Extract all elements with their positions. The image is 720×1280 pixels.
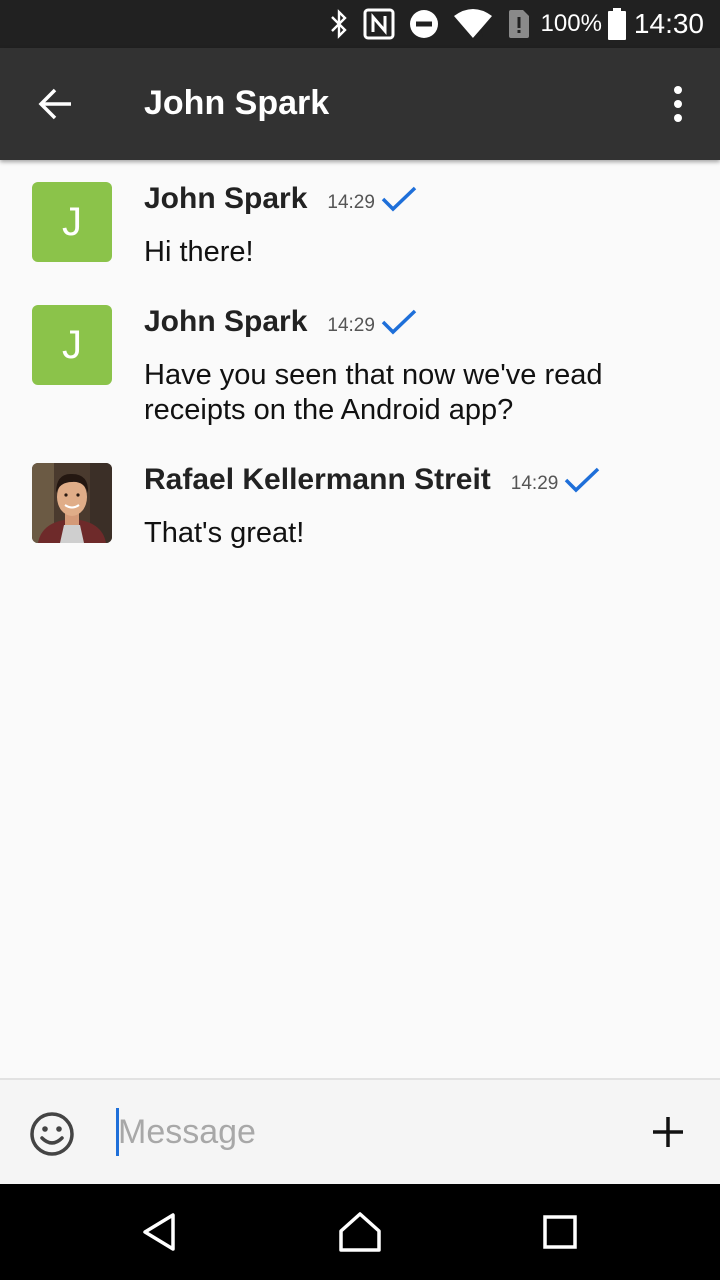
emoji-button[interactable] bbox=[28, 1110, 76, 1158]
back-button[interactable] bbox=[28, 76, 84, 132]
nav-recents-button[interactable] bbox=[536, 1208, 584, 1256]
sender-name: John Spark bbox=[144, 182, 308, 215]
nav-home-button[interactable] bbox=[336, 1208, 384, 1256]
read-check-icon bbox=[381, 309, 417, 340]
system-nav-bar bbox=[0, 1184, 720, 1280]
message-time: 14:29 bbox=[327, 192, 375, 213]
battery-icon bbox=[607, 0, 626, 48]
sender-name: John Spark bbox=[144, 305, 308, 338]
message-list[interactable]: J John Spark 14:29 Hi there! J John Spar… bbox=[0, 160, 720, 1078]
nfc-icon bbox=[363, 0, 395, 48]
status-bar: 100% 14:30 bbox=[0, 0, 720, 48]
do-not-disturb-icon bbox=[409, 0, 439, 48]
avatar[interactable]: J bbox=[32, 305, 112, 385]
message-text: Have you seen that now we've read receip… bbox=[144, 359, 603, 426]
avatar[interactable]: J bbox=[32, 182, 112, 262]
back-triangle-icon bbox=[143, 1213, 175, 1251]
attach-button[interactable] bbox=[650, 1114, 686, 1150]
bluetooth-icon bbox=[329, 0, 349, 48]
status-clock: 14:30 bbox=[633, 8, 704, 39]
message-composer bbox=[0, 1078, 720, 1184]
message-text: That's great! bbox=[144, 517, 305, 549]
message-time: 14:29 bbox=[510, 473, 559, 494]
message-input[interactable] bbox=[118, 1106, 598, 1158]
message-header: John Spark 14:29 bbox=[144, 182, 417, 215]
conversation-title: John Spark bbox=[144, 84, 330, 122]
sender-name: Rafael Kellermann Streit bbox=[144, 463, 491, 496]
avatar-initial: J bbox=[62, 199, 82, 244]
arrow-left-icon bbox=[38, 88, 71, 120]
avatar-photo[interactable] bbox=[32, 463, 112, 543]
message-time: 14:29 bbox=[327, 315, 375, 336]
message-header: John Spark 14:29 bbox=[144, 305, 417, 338]
wifi-icon bbox=[453, 0, 493, 48]
plus-icon bbox=[653, 1117, 683, 1147]
smiley-icon bbox=[30, 1112, 74, 1156]
message-text: Hi there! bbox=[144, 236, 254, 268]
message-header: Rafael Kellermann Streit 14:29 bbox=[144, 463, 600, 496]
overflow-menu-button[interactable] bbox=[654, 76, 702, 132]
app-bar: John Spark bbox=[0, 48, 720, 160]
read-check-icon bbox=[381, 186, 417, 217]
nav-back-button[interactable] bbox=[136, 1208, 184, 1256]
battery-percentage: 100% bbox=[540, 10, 602, 37]
read-check-icon bbox=[564, 467, 600, 498]
avatar-initial: J bbox=[62, 322, 82, 367]
home-icon bbox=[339, 1212, 381, 1252]
recents-icon bbox=[543, 1215, 577, 1249]
more-vert-icon bbox=[674, 86, 682, 122]
sim-alert-icon bbox=[507, 0, 531, 48]
